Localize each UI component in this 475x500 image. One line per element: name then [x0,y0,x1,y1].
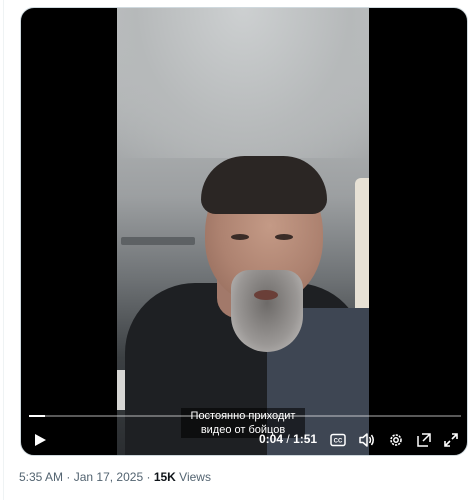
speaker-eye-right [275,234,293,240]
volume-button[interactable] [355,428,379,452]
current-time: 0:04 [259,432,284,446]
fullscreen-icon [443,432,459,448]
svg-text:CC: CC [334,439,343,445]
views-label: Views [179,470,211,484]
play-icon [33,433,47,447]
time-separator: / [286,432,290,446]
fullscreen-button[interactable] [439,428,463,452]
post-meta: 5:35 AM · Jan 17, 2025 · 15K Views [19,470,211,486]
duration: 1:51 [293,432,318,446]
car-window-edge [355,178,369,318]
video-player[interactable]: Постоянно приходит видео от бойцов 0:04 … [20,7,468,456]
speaker-mouth [254,290,278,300]
car-headliner [117,8,369,158]
player-controls: 0:04 / 1:51 CC [21,426,467,454]
play-button[interactable] [29,428,51,452]
speaker-beard [231,270,303,352]
post-time[interactable]: 5:35 AM [19,470,63,484]
gear-icon [388,432,404,448]
popout-icon [416,432,432,448]
progress-bar[interactable] [29,415,461,417]
speaker-eye-left [231,234,249,240]
meta-separator: · [146,470,151,484]
settings-button[interactable] [384,428,408,452]
time-display: 0:04 / 1:51 [259,432,317,446]
captions-icon: CC [330,433,346,447]
column-border [3,0,4,500]
popout-button[interactable] [412,428,436,452]
tweet-detail: Постоянно приходит видео от бойцов 0:04 … [0,0,475,500]
views-count: 15K [153,470,176,484]
grab-handle [121,237,195,245]
progress-fill [29,415,45,417]
meta-separator: · [66,470,71,484]
speaker-hair [201,156,327,214]
volume-icon [358,432,376,448]
post-date[interactable]: Jan 17, 2025 [74,470,143,484]
video-frame[interactable] [117,8,369,455]
captions-button[interactable]: CC [326,428,350,452]
